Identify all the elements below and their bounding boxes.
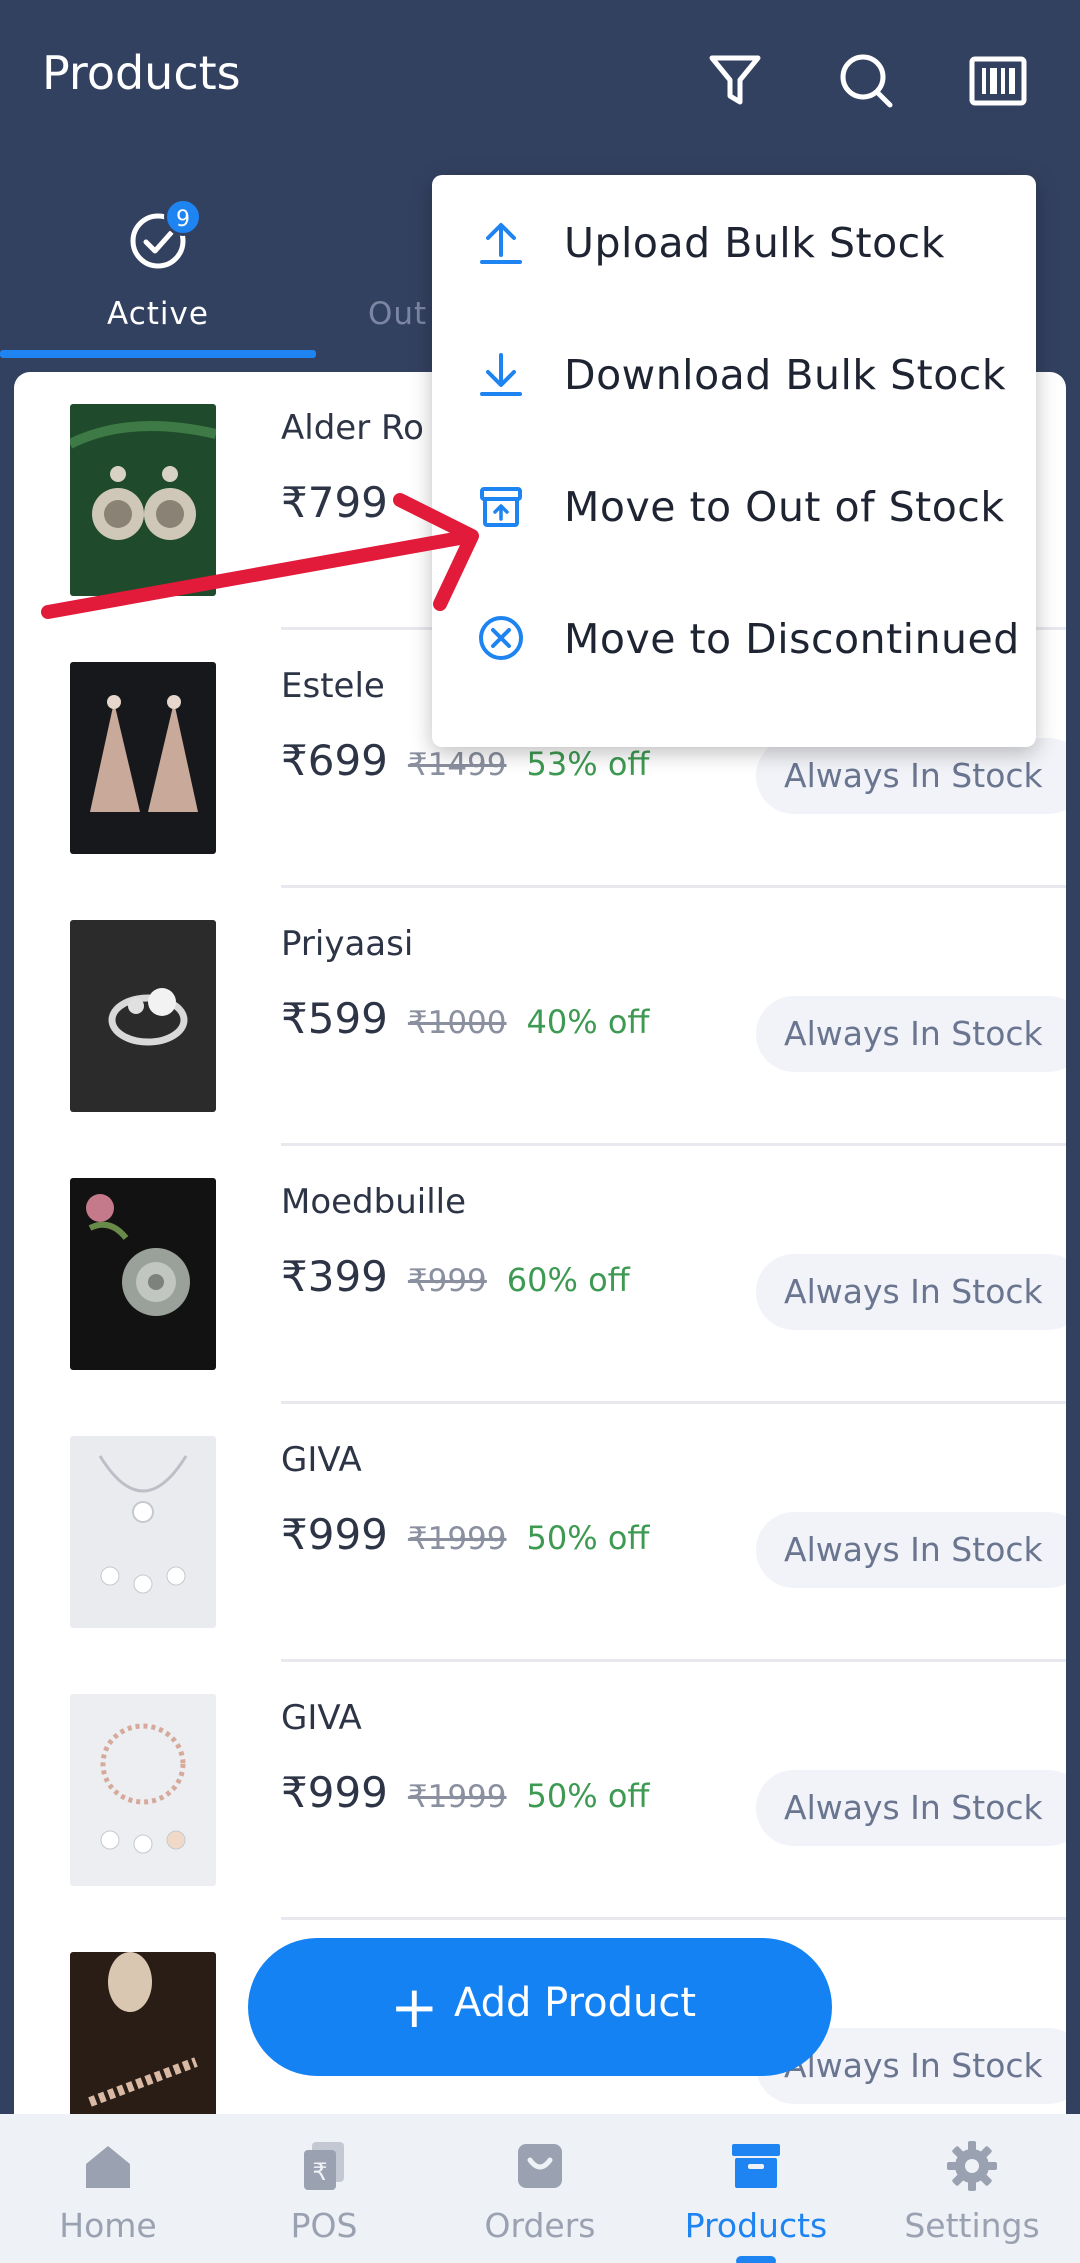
product-discount: 50% off: [526, 1519, 650, 1557]
plus-icon: +: [390, 1973, 439, 2041]
product-mrp: ₹999: [407, 1263, 487, 1299]
stock-status-badge[interactable]: Always In Stock: [756, 738, 1066, 814]
product-price: ₹599: [281, 994, 388, 1043]
nav-label: Home: [59, 2206, 157, 2245]
stock-status-badge[interactable]: Always In Stock: [756, 1254, 1066, 1330]
box-icon: [728, 2138, 784, 2194]
product-discount: 60% off: [506, 1261, 630, 1299]
nav-label: Orders: [484, 2206, 596, 2245]
product-mrp: ₹1499: [407, 747, 507, 783]
product-price: ₹999: [281, 1510, 388, 1559]
stock-status-badge[interactable]: Always In Stock: [756, 996, 1066, 1072]
menu-item-download-bulk-stock[interactable]: Download Bulk Stock: [432, 307, 1036, 439]
product-name: Estele: [281, 666, 385, 706]
download-icon: [476, 349, 526, 399]
price-line: ₹599 ₹1000 40% off: [281, 994, 649, 1043]
product-image: [70, 1178, 216, 1370]
product-image: [70, 1952, 216, 2122]
nav-label: POS: [290, 2206, 358, 2245]
product-discount: 50% off: [526, 1777, 650, 1815]
search-icon[interactable]: [836, 50, 898, 112]
bottom-navigation: Home ₹ POS Orders Products Settings: [0, 2114, 1080, 2263]
tab-active[interactable]: 9 Active: [0, 198, 316, 358]
product-price: ₹999: [281, 1768, 388, 1817]
product-image: [70, 1694, 216, 1886]
nav-active-indicator: [736, 2256, 776, 2263]
add-product-button[interactable]: + Add Product: [248, 1938, 832, 2076]
product-row[interactable]: Priyaasi ₹599 ₹1000 40% off Always In St…: [14, 888, 1066, 1146]
nav-settings[interactable]: Settings: [864, 2114, 1080, 2263]
menu-item-move-to-out-of-stock[interactable]: Move to Out of Stock: [432, 439, 1036, 571]
menu-item-upload-bulk-stock[interactable]: Upload Bulk Stock: [432, 175, 1036, 307]
product-mrp: ₹1999: [407, 1521, 507, 1557]
bulk-actions-menu: Upload Bulk Stock Download Bulk Stock Mo…: [432, 175, 1036, 747]
product-price: ₹699: [281, 736, 388, 785]
product-image: [70, 920, 216, 1112]
product-name: GIVA: [281, 1698, 362, 1738]
price-line: ₹999 ₹1999 50% off: [281, 1768, 649, 1817]
bag-icon: [512, 2138, 568, 2194]
active-count-badge: 9: [164, 198, 202, 236]
product-mrp: ₹1999: [407, 1779, 507, 1815]
product-row[interactable]: Moedbuille ₹399 ₹999 60% off Always In S…: [14, 1146, 1066, 1404]
upload-icon: [476, 217, 526, 267]
menu-label: Move to Out of Stock: [564, 483, 1005, 531]
add-product-label: Add Product: [454, 1980, 697, 2026]
menu-label: Download Bulk Stock: [564, 351, 1007, 399]
product-name: Priyaasi: [281, 924, 414, 964]
nav-products[interactable]: Products: [648, 2114, 864, 2263]
nav-home[interactable]: Home: [0, 2114, 216, 2263]
home-icon: [80, 2138, 136, 2194]
page-title: Products: [42, 46, 241, 100]
barcode-icon[interactable]: [967, 50, 1029, 112]
price-line: ₹399 ₹999 60% off: [281, 1252, 630, 1301]
annotation-arrow-icon: [40, 480, 500, 640]
product-image: [70, 662, 216, 854]
tab-indicator: [0, 350, 316, 358]
nav-label: Products: [684, 2206, 828, 2245]
pos-icon: ₹: [296, 2138, 352, 2194]
nav-orders[interactable]: Orders: [432, 2114, 648, 2263]
product-image: [70, 1436, 216, 1628]
product-row[interactable]: GIVA ₹999 ₹1999 50% off Always In Stock: [14, 1404, 1066, 1662]
product-name: Moedbuille: [281, 1182, 467, 1222]
tab-out-label: Out: [368, 296, 428, 332]
product-name: Alder Ro: [281, 408, 424, 448]
menu-item-move-to-discontinued[interactable]: Move to Discontinued: [432, 571, 1036, 703]
nav-label: Settings: [904, 2206, 1040, 2245]
menu-label: Upload Bulk Stock: [564, 219, 945, 267]
stock-status-badge[interactable]: Always In Stock: [756, 1512, 1066, 1588]
tab-active-label: Active: [107, 296, 209, 332]
filter-icon[interactable]: [704, 50, 766, 112]
gear-icon: [944, 2138, 1000, 2194]
product-discount: 40% off: [526, 1003, 650, 1041]
product-discount: 53% off: [526, 745, 650, 783]
product-price: ₹399: [281, 1252, 388, 1301]
price-line: ₹999 ₹1999 50% off: [281, 1510, 649, 1559]
svg-text:₹: ₹: [312, 2158, 327, 2186]
product-name: GIVA: [281, 1440, 362, 1480]
nav-pos[interactable]: ₹ POS: [216, 2114, 432, 2263]
menu-label: Move to Discontinued: [564, 615, 1020, 663]
product-row[interactable]: GIVA ₹999 ₹1999 50% off Always In Stock: [14, 1662, 1066, 1920]
product-mrp: ₹1000: [407, 1005, 507, 1041]
stock-status-badge[interactable]: Always In Stock: [756, 1770, 1066, 1846]
